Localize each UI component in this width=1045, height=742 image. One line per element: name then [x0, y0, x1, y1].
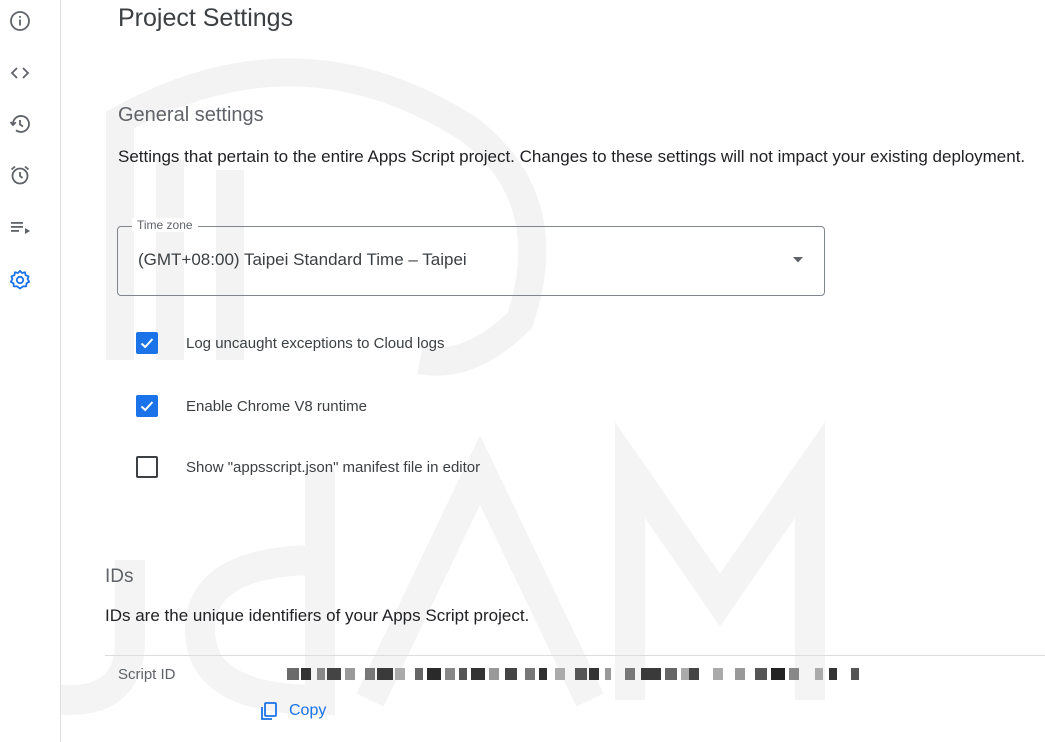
page-title: Project Settings: [118, 4, 294, 32]
rail-item-executions[interactable]: [0, 104, 40, 144]
rail-item-executions-list[interactable]: [0, 207, 40, 247]
rail-item-editor[interactable]: [0, 53, 40, 93]
timezone-value: (GMT+08:00) Taipei Standard Time – Taipe…: [138, 250, 467, 269]
info-icon: [10, 11, 30, 31]
general-settings-heading: General settings: [118, 104, 264, 126]
dropdown-arrow-icon: [793, 257, 803, 263]
v8-runtime-checkbox[interactable]: [136, 395, 158, 417]
show-manifest-checkbox[interactable]: [136, 456, 158, 478]
timezone-label: Time zone: [132, 218, 198, 232]
copy-script-id-button[interactable]: Copy: [259, 697, 326, 725]
general-settings-description: Settings that pertain to the entire Apps…: [118, 147, 1026, 166]
log-exceptions-label[interactable]: Log uncaught exceptions to Cloud logs: [186, 335, 445, 352]
timezone-select[interactable]: Time zone (GMT+08:00) Taipei Standard Ti…: [117, 218, 825, 296]
ids-divider: [105, 655, 1045, 656]
copy-icon: [261, 702, 277, 720]
checkmark-icon: [140, 338, 154, 349]
code-icon: [10, 67, 30, 79]
option-show-manifest: Show "appsscript.json" manifest file in …: [136, 454, 480, 480]
rail-item-overview[interactable]: [0, 1, 40, 41]
gear-icon: [9, 269, 31, 290]
option-v8-runtime: Enable Chrome V8 runtime: [136, 393, 367, 419]
left-nav-rail: [0, 0, 61, 742]
checkmark-icon: [140, 401, 154, 412]
log-exceptions-checkbox[interactable]: [136, 332, 158, 354]
option-log-exceptions: Log uncaught exceptions to Cloud logs: [136, 330, 445, 356]
v8-runtime-label[interactable]: Enable Chrome V8 runtime: [186, 398, 367, 415]
rail-item-triggers[interactable]: [0, 155, 40, 195]
rail-item-project-settings[interactable]: [0, 260, 40, 300]
show-manifest-label[interactable]: Show "appsscript.json" manifest file in …: [186, 459, 480, 476]
ids-heading: IDs: [105, 566, 134, 587]
script-id-value-redacted: [285, 666, 865, 686]
ids-description: IDs are the unique identifiers of your A…: [105, 606, 530, 625]
history-icon: [9, 115, 30, 133]
script-id-label: Script ID: [118, 666, 176, 683]
copy-label: Copy: [289, 702, 327, 719]
project-settings-page: Project Settings General settings Settin…: [0, 0, 1045, 742]
alarm-clock-icon: [10, 165, 30, 185]
playlist-play-icon: [11, 222, 30, 234]
